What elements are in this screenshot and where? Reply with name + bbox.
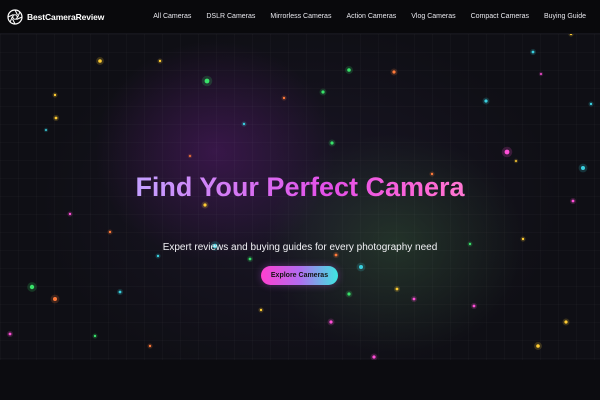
particle-dot	[204, 78, 210, 84]
particle-dot	[359, 265, 363, 269]
particle-dot	[93, 334, 97, 338]
nav-item-compact-cameras[interactable]: Compact Cameras	[471, 13, 529, 20]
particle-dot	[472, 304, 476, 308]
particle-dot	[321, 90, 325, 94]
particle-dot	[330, 141, 334, 145]
particle-dot	[347, 292, 351, 296]
particle-dot	[334, 253, 338, 257]
particle-dot	[108, 230, 112, 234]
below-fold-section	[0, 360, 600, 400]
particle-dot	[540, 73, 542, 75]
particle-dot	[98, 59, 102, 63]
hero-subtitle: Expert reviews and buying guides for eve…	[162, 242, 438, 253]
particle-dot	[412, 297, 416, 301]
page: BestCameraReview All Cameras DSLR Camera…	[0, 0, 600, 400]
particle-dot	[536, 344, 540, 348]
particle-dot	[531, 50, 535, 54]
nav-item-mirrorless-cameras[interactable]: Mirrorless Cameras	[270, 13, 331, 20]
particle-dot	[347, 68, 351, 72]
particle-dot	[515, 160, 517, 162]
particle-dot	[53, 297, 57, 301]
particle-dot	[484, 99, 488, 103]
nav-item-all-cameras[interactable]: All Cameras	[153, 13, 191, 20]
camera-aperture-icon	[7, 8, 23, 25]
particle-dot	[521, 237, 525, 241]
particle-dot	[564, 320, 568, 324]
particle-dot	[118, 290, 122, 294]
particle-dot	[259, 308, 263, 312]
nav-item-buying-guide[interactable]: Buying Guide	[544, 13, 586, 20]
main-nav: All Cameras DSLR Cameras Mirrorless Came…	[153, 13, 586, 20]
particle-dot	[589, 102, 593, 106]
hero-title: Find Your Perfect Camera	[0, 170, 600, 204]
particle-dot	[156, 254, 160, 258]
particle-dot	[29, 284, 35, 290]
explore-cameras-button[interactable]: Explore Cameras	[261, 266, 338, 285]
particle-dot	[395, 287, 399, 291]
brand-logo-link[interactable]: BestCameraReview	[7, 8, 105, 25]
particle-dot	[148, 344, 152, 348]
nav-item-dslr-cameras[interactable]: DSLR Cameras	[206, 13, 255, 20]
hero-section: Find Your Perfect Camera Expert reviews …	[0, 34, 600, 360]
particle-dot	[68, 212, 72, 216]
particle-dot	[504, 149, 510, 155]
brand-name: BestCameraReview	[27, 11, 105, 22]
particle-dot	[372, 355, 376, 359]
site-header: BestCameraReview All Cameras DSLR Camera…	[0, 0, 600, 34]
particle-dot	[54, 116, 58, 120]
particle-dot	[45, 129, 47, 131]
nav-item-action-cameras[interactable]: Action Cameras	[346, 13, 396, 20]
particle-dot	[248, 257, 252, 261]
nav-item-vlog-cameras[interactable]: Vlog Cameras	[411, 13, 455, 20]
particle-dot	[53, 93, 57, 97]
particle-dot	[158, 59, 162, 63]
particle-dot	[392, 70, 396, 74]
particle-dot	[8, 332, 12, 336]
particle-dot	[189, 155, 191, 157]
particle-dot	[282, 96, 286, 100]
particle-dot	[242, 122, 246, 126]
particle-dot	[329, 320, 333, 324]
